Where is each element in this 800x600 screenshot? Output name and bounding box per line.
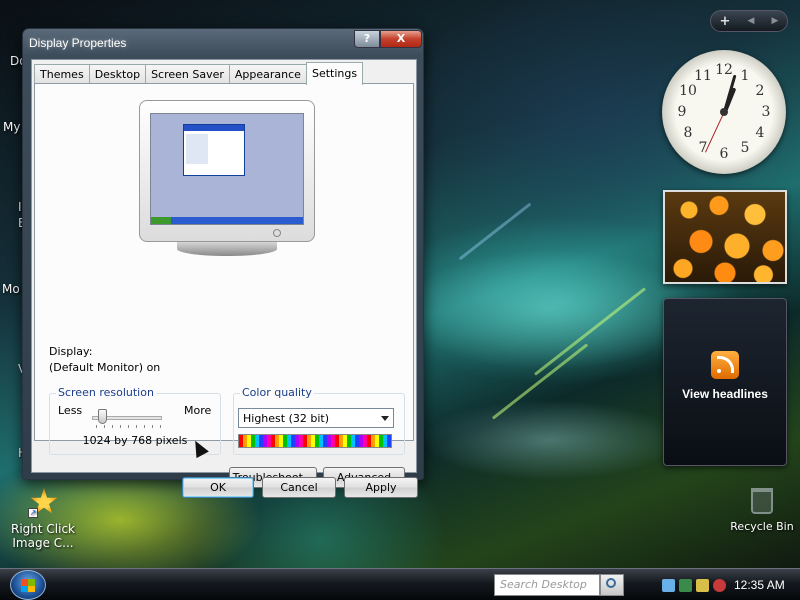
security-alert-icon[interactable]	[713, 578, 726, 592]
display-info: Display: (Default Monitor) on	[49, 344, 160, 376]
desktop-icon-fragment[interactable]: My	[3, 120, 20, 134]
settings-tab-page: Display: (Default Monitor) on Screen res…	[34, 83, 414, 488]
desktop-icon-fragment[interactable]: Mo	[2, 282, 20, 296]
color-spectrum-bar	[238, 434, 392, 448]
preview-window	[183, 124, 245, 176]
dialog-titlebar[interactable]: Display Properties ? X	[23, 29, 423, 57]
clock-center	[720, 108, 728, 116]
tab-settings[interactable]: Settings	[305, 62, 364, 85]
recycle-bin[interactable]: Recycle Bin	[724, 488, 800, 533]
wallpaper-glow	[400, 250, 700, 370]
apply-button[interactable]: Apply	[344, 477, 418, 498]
dialog-title: Display Properties	[29, 36, 127, 50]
wallpaper-disc	[420, 400, 680, 480]
clock-numeral: 9	[677, 104, 687, 120]
tab-strip: Themes Desktop Screen Saver Appearance S…	[34, 62, 364, 85]
resolution-less-label: Less	[58, 404, 83, 417]
start-button[interactable]	[10, 570, 46, 600]
dialog-body: Themes Desktop Screen Saver Appearance S…	[31, 59, 418, 498]
clock-numeral: 6	[719, 146, 729, 162]
screen-resolution-legend: Screen resolution	[56, 386, 156, 399]
color-quality-selected: Highest (32 bit)	[243, 412, 330, 425]
display-properties-dialog: Display Properties ? X Themes Desktop Sc…	[22, 28, 424, 498]
clock-numeral: 8	[683, 125, 693, 141]
shortcut-star-icon: ↗	[28, 488, 58, 518]
search-desktop-input[interactable]: Search Desktop	[494, 574, 600, 596]
clock-numeral: 10	[679, 83, 697, 99]
resolution-more-label: More	[184, 404, 212, 417]
color-quality-select[interactable]: Highest (32 bit)	[238, 408, 394, 428]
shortcut-arrow-icon: ↗	[28, 508, 38, 518]
tab-themes[interactable]: Themes	[34, 64, 90, 84]
cancel-button[interactable]: Cancel	[262, 477, 336, 498]
taskbar: Search Desktop 12:35 AM	[0, 568, 800, 600]
chevron-down-icon	[381, 416, 389, 421]
clock-numeral: 11	[694, 68, 712, 84]
taskbar-clock[interactable]: 12:35 AM	[734, 578, 785, 592]
feed-headlines-gadget[interactable]: View headlines	[663, 298, 787, 466]
next-gadget-button[interactable]: ▶	[772, 16, 779, 26]
resolution-slider-ticks	[96, 425, 162, 428]
clock-numeral: 2	[755, 83, 765, 99]
network-icon[interactable]	[679, 578, 692, 592]
add-gadget-button[interactable]: +	[720, 14, 731, 29]
clock-numeral: 12	[715, 62, 733, 78]
monitor-preview	[139, 100, 315, 260]
view-headlines-label[interactable]: View headlines	[664, 387, 786, 401]
clock-gadget[interactable]: 12 1 2 3 4 5 6 7 8 9 10 11	[662, 50, 786, 174]
clock-numeral: 4	[755, 125, 765, 141]
sidebar-controls: + ◀ ▶	[710, 10, 788, 32]
right-click-image-shortcut[interactable]: ↗ Right Click Image C...	[8, 488, 78, 550]
system-tray: 12:35 AM	[656, 572, 800, 598]
close-button[interactable]: X	[380, 30, 422, 48]
color-quality-group: Color quality Highest (32 bit)	[233, 386, 405, 455]
desktop-icon-fragment[interactable]: I	[18, 200, 22, 214]
display-label: Display:	[49, 345, 93, 358]
monitor-power-button	[273, 229, 281, 237]
previous-gadget-button[interactable]: ◀	[748, 16, 755, 26]
ok-button[interactable]: OK	[182, 477, 254, 498]
shortcut-label: Right Click Image C...	[10, 522, 75, 550]
display-value: (Default Monitor) on	[49, 361, 161, 374]
tab-screen-saver[interactable]: Screen Saver	[145, 64, 230, 84]
program-tray-icon[interactable]	[696, 578, 709, 592]
search-button[interactable]	[600, 574, 624, 596]
recycle-bin-label: Recycle Bin	[730, 520, 794, 533]
resolution-slider-thumb[interactable]	[98, 409, 107, 424]
tab-appearance[interactable]: Appearance	[228, 64, 307, 84]
color-quality-legend: Color quality	[240, 386, 314, 399]
clock-numeral: 5	[740, 140, 750, 156]
search-tray-icon[interactable]	[662, 578, 675, 592]
search-icon	[606, 578, 616, 588]
slideshow-gadget[interactable]	[663, 190, 787, 284]
preview-taskbar	[151, 217, 303, 224]
windows-logo-icon	[21, 579, 35, 592]
help-button[interactable]: ?	[354, 30, 380, 48]
monitor-screen	[150, 113, 304, 225]
monitor-stand	[177, 242, 277, 256]
monitor-bezel	[139, 100, 315, 242]
tab-desktop[interactable]: Desktop	[88, 64, 147, 84]
clock-numeral: 3	[761, 104, 771, 120]
recycle-bin-icon	[751, 488, 773, 514]
clock-numeral: 1	[740, 68, 750, 84]
rss-icon	[711, 351, 739, 379]
